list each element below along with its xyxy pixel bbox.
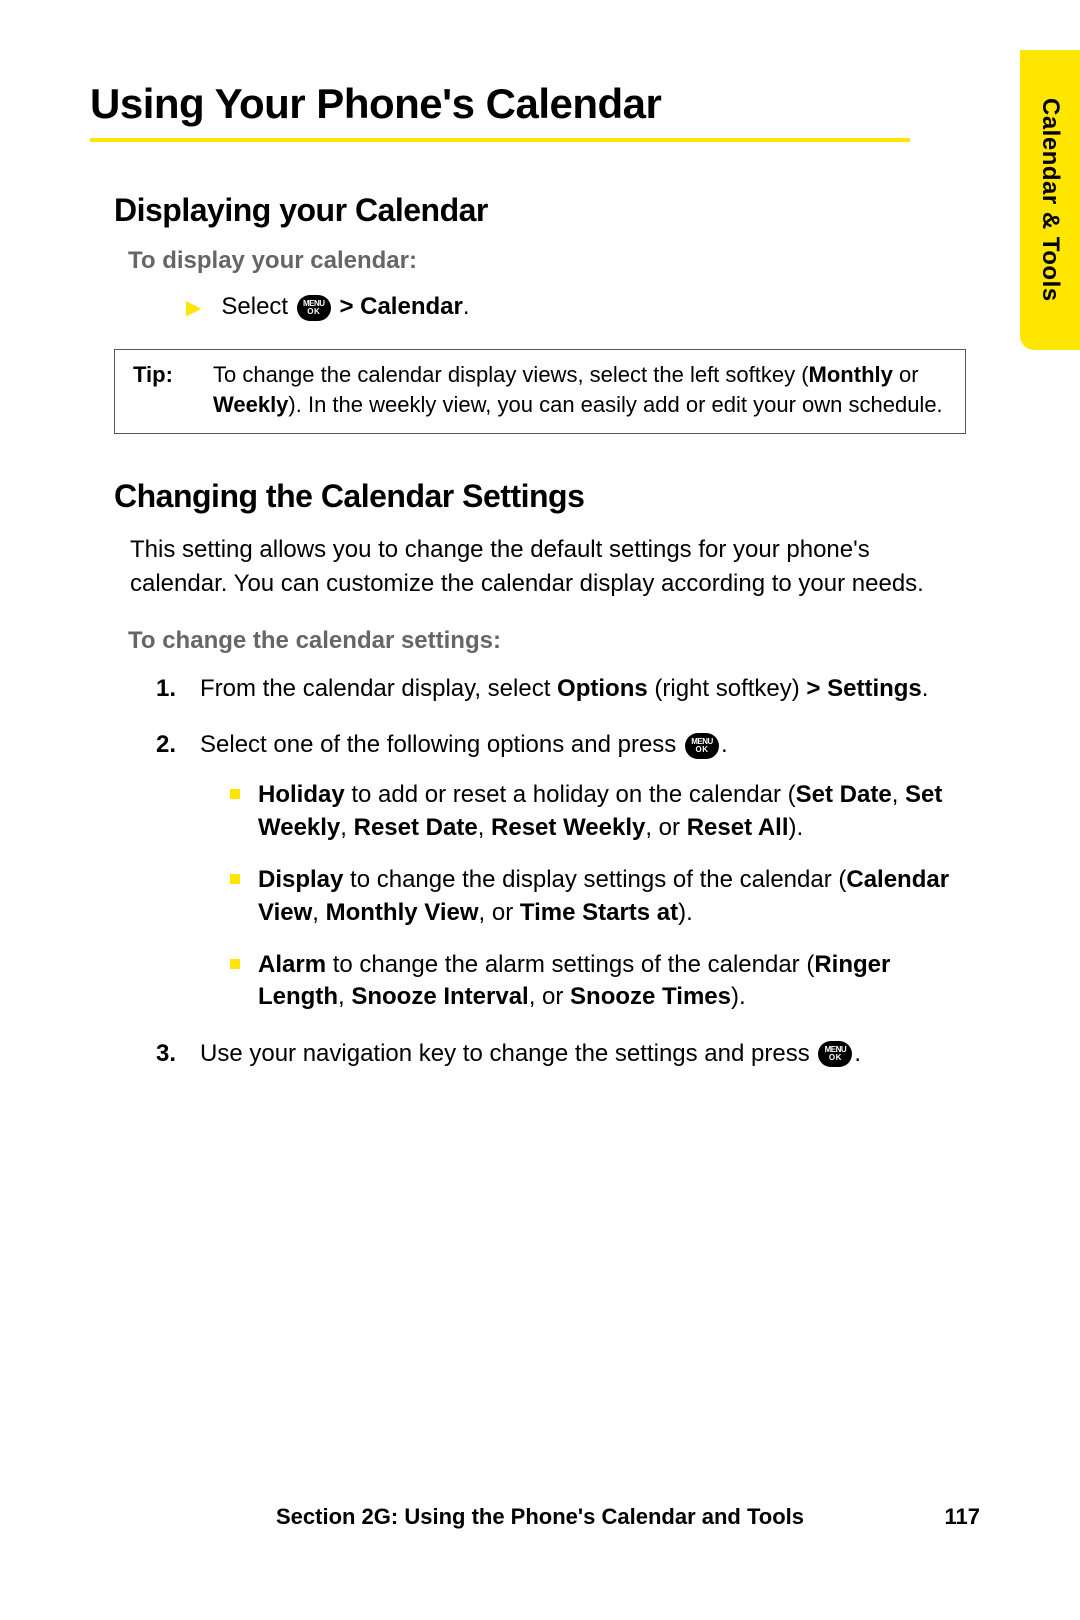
section-heading-settings: Changing the Calendar Settings xyxy=(114,478,990,515)
s3b: . xyxy=(854,1040,861,1067)
s3a: Use your navigation key to change the se… xyxy=(200,1040,816,1067)
s2b: . xyxy=(721,731,728,758)
option-bullets: Holiday to add or reset a holiday on the… xyxy=(230,779,950,1013)
tip-box: Tip: To change the calendar display view… xyxy=(114,349,966,434)
tip-text-c: ). In the weekly view, you can easily ad… xyxy=(288,392,942,417)
lead-in-settings: To change the calendar settings: xyxy=(128,627,990,655)
step-3: Use your navigation key to change the se… xyxy=(156,1038,950,1070)
section-heading-display: Displaying your Calendar xyxy=(114,192,990,229)
tip-text-b: or xyxy=(893,362,919,387)
s1e: . xyxy=(922,675,929,702)
step-display-calendar: ▶ Select MENUOK > Calendar. xyxy=(186,293,990,321)
tip-label: Tip: xyxy=(133,360,213,419)
s2a: Select one of the following options and … xyxy=(200,731,683,758)
page-title: Using Your Phone's Calendar xyxy=(90,80,910,142)
footer-text: Section 2G: Using the Phone's Calendar a… xyxy=(276,1504,804,1529)
menu-ok-icon: MENUOK xyxy=(818,1041,852,1067)
step-text: Select MENUOK > Calendar. xyxy=(221,293,469,321)
tip-bold-b: Weekly xyxy=(213,392,288,417)
lead-in-display: To display your calendar: xyxy=(128,247,990,275)
menu-ok-icon: MENUOK xyxy=(297,295,331,321)
step-1: From the calendar display, select Option… xyxy=(156,673,950,705)
s1a: From the calendar display, select xyxy=(200,675,557,702)
settings-steps: From the calendar display, select Option… xyxy=(156,673,950,1071)
triangle-bullet-icon: ▶ xyxy=(186,295,201,320)
step-suffix: > Calendar xyxy=(339,293,462,320)
s1d: > Settings xyxy=(806,675,921,702)
tip-bold-a: Monthly xyxy=(809,362,893,387)
step-2: Select one of the following options and … xyxy=(156,729,950,1014)
page-body: Using Your Phone's Calendar Displaying y… xyxy=(0,0,1080,1070)
bullet-display: Display to change the display settings o… xyxy=(230,864,950,929)
menu-ok-icon: MENUOK xyxy=(685,733,719,759)
step-period: . xyxy=(463,293,470,320)
s1c: (right softkey) xyxy=(648,675,807,702)
s1b: Options xyxy=(557,675,648,702)
page-number: 117 xyxy=(945,1504,981,1530)
settings-intro: This setting allows you to change the de… xyxy=(130,533,966,600)
bullet-alarm: Alarm to change the alarm settings of th… xyxy=(230,949,950,1014)
tip-body: To change the calendar display views, se… xyxy=(213,360,947,419)
bullet-holiday: Holiday to add or reset a holiday on the… xyxy=(230,779,950,844)
page-footer: Section 2G: Using the Phone's Calendar a… xyxy=(0,1504,1080,1530)
step-prefix: Select xyxy=(221,293,288,320)
tip-text-a: To change the calendar display views, se… xyxy=(213,362,809,387)
